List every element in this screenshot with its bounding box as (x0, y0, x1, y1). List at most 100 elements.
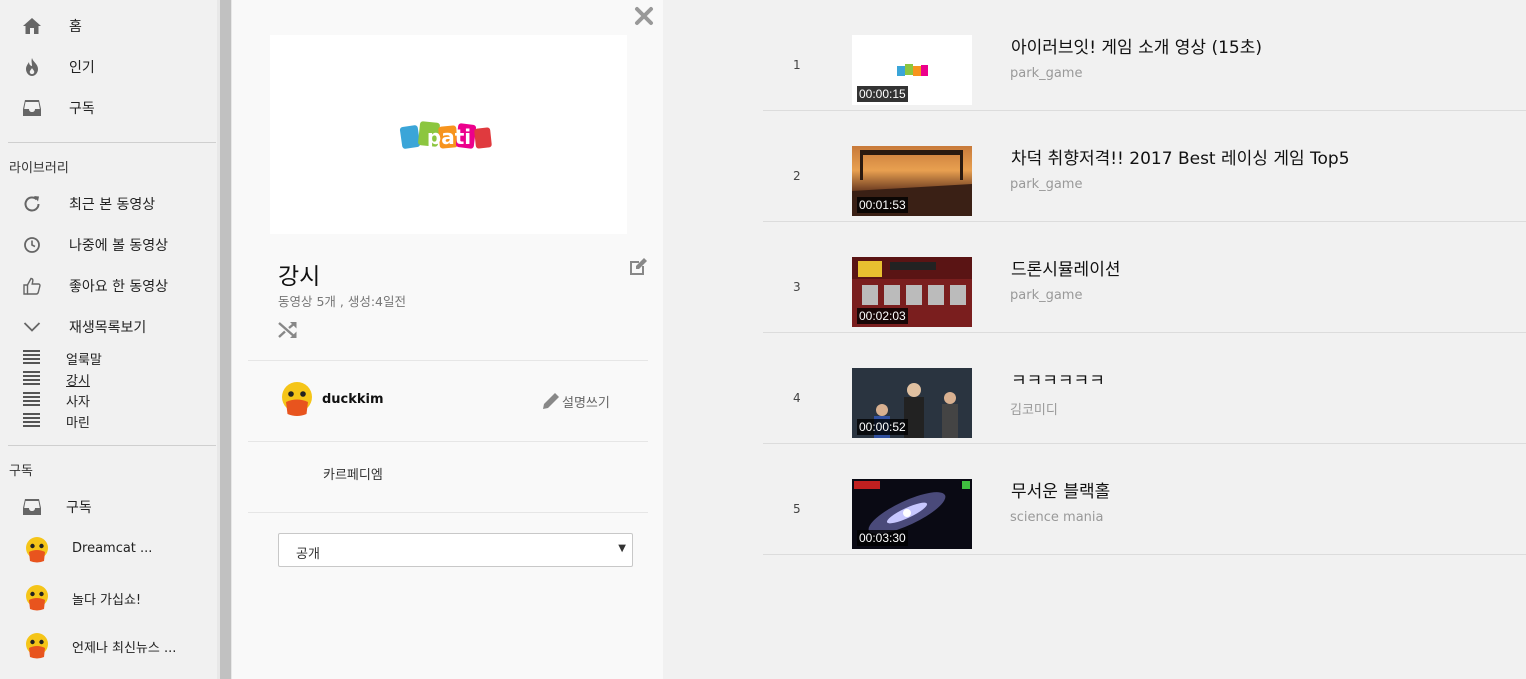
video-thumbnail[interactable]: 00:03:30 (852, 479, 972, 549)
inbox-icon (22, 497, 42, 517)
video-channel[interactable]: park_game (1010, 66, 1082, 81)
playlist-icon (23, 371, 40, 385)
privacy-select[interactable]: 공개 ▼ (278, 533, 633, 567)
video-index: 4 (793, 391, 801, 405)
sidebar-playlist-item[interactable]: 얼룩말 (0, 347, 217, 368)
video-index: 1 (793, 58, 801, 72)
video-duration: 00:01:53 (857, 197, 908, 213)
shuffle-icon[interactable] (277, 319, 299, 341)
flame-icon (22, 57, 42, 77)
sidebar-item-popular[interactable]: 인기 (0, 52, 217, 82)
sidebar-item-label: 홈 (69, 19, 82, 35)
video-title[interactable]: 아이러브잇! 게임 소개 영상 (15초) (1011, 33, 1262, 58)
sidebar-item-watch-later[interactable]: 나중에 볼 동영상 (0, 230, 217, 260)
video-row[interactable]: 5 00:03:30 무서운 블랙홀 science mania (763, 444, 1526, 555)
sidebar-subscription-item[interactable]: 놀다 가십쇼! (0, 578, 217, 618)
playlist-label: 강시 (66, 374, 90, 389)
sidebar-item-label: 재생목록보기 (69, 320, 147, 336)
video-row[interactable]: 2 00:01:53 차덕 취향저격!! 2017 Best 레이싱 게임 To… (763, 111, 1526, 222)
sidebar-scrollbar-thumb[interactable] (220, 0, 231, 679)
avatar (26, 633, 48, 659)
sidebar: 홈 인기 구독 라이브러리 최근 본 동영상 나중에 볼 동영상 좋아요 한 동… (0, 0, 217, 679)
sidebar-playlist-item[interactable]: 강시 (0, 368, 217, 389)
video-channel[interactable]: 김코미디 (1010, 399, 1058, 418)
avatar (26, 585, 48, 611)
sidebar-subscription-item[interactable]: 언제나 최신뉴스 ... (0, 626, 217, 666)
video-channel[interactable]: science mania (1010, 510, 1104, 525)
sidebar-item-label: 좋아요 한 동영상 (69, 279, 169, 295)
sidebar-item-label: 나중에 볼 동영상 (69, 238, 169, 254)
pati-logo: pati (399, 120, 492, 149)
video-thumbnail[interactable]: 00:01:53 (852, 146, 972, 216)
edit-icon[interactable] (627, 256, 649, 278)
video-channel[interactable]: park_game (1010, 177, 1082, 192)
sidebar-item-label: 인기 (69, 60, 95, 76)
chevron-down-icon (22, 317, 42, 337)
video-thumbnail[interactable]: 00:00:52 (852, 368, 972, 438)
divider (248, 512, 648, 513)
inbox-icon (22, 98, 42, 118)
section-label-library: 라이브러리 (9, 161, 69, 176)
privacy-value: 공개 (296, 547, 320, 562)
sidebar-item-label: 구독 (66, 500, 92, 516)
write-description-label: 설명쓰기 (562, 395, 610, 411)
sidebar-item-playlists-toggle[interactable]: 재생목록보기 (0, 312, 217, 342)
clock-icon (22, 235, 42, 255)
divider (248, 360, 648, 361)
video-channel[interactable]: park_game (1010, 288, 1082, 303)
playlist-label: 얼룩말 (66, 353, 102, 368)
sidebar-playlist-item[interactable]: 사자 (0, 389, 217, 410)
playlist-icon (23, 413, 40, 427)
owner-avatar[interactable] (279, 380, 315, 418)
video-duration: 00:00:52 (857, 419, 908, 435)
playlist-label: 마린 (66, 416, 90, 431)
playlist-cover: pati (270, 35, 627, 234)
sidebar-item-all-subscriptions[interactable]: 구독 (0, 492, 217, 522)
history-icon (22, 194, 42, 214)
video-index: 3 (793, 280, 801, 294)
divider (8, 445, 216, 446)
video-row[interactable]: 3 00:02:03 드론시뮬레이션 park_game (763, 222, 1526, 333)
subscription-label: Dreamcat ... (72, 541, 153, 556)
video-title[interactable]: 차덕 취향저격!! 2017 Best 레이싱 게임 Top5 (1011, 144, 1350, 169)
sidebar-item-liked[interactable]: 좋아요 한 동영상 (0, 271, 217, 301)
thumbs-up-icon (22, 276, 42, 296)
playlist-label: 사자 (66, 395, 90, 410)
video-title[interactable]: 드론시뮬레이션 (1011, 255, 1120, 280)
sidebar-playlist-item[interactable]: 마린 (0, 410, 217, 431)
playlist-title: 강시 (278, 264, 321, 290)
video-duration: 00:00:15 (857, 86, 908, 102)
video-row[interactable]: 1 00:00:15 아이러브잇! 게임 소개 영상 (15초) park_ga… (763, 0, 1526, 111)
playlist-icon (23, 392, 40, 406)
sidebar-item-home[interactable]: 홈 (0, 11, 217, 41)
home-icon (22, 16, 42, 36)
playlist-meta: 동영상 5개 , 생성:4일전 (278, 294, 407, 309)
sidebar-subscription-item[interactable]: Dreamcat ... (0, 530, 217, 570)
write-description-button[interactable]: 설명쓰기 (541, 391, 610, 411)
video-thumbnail[interactable]: 00:02:03 (852, 257, 972, 327)
sidebar-item-history[interactable]: 최근 본 동영상 (0, 189, 217, 219)
sidebar-item-label: 구독 (69, 101, 95, 117)
video-row[interactable]: 4 00:00:52 ㅋㅋㅋㅋㅋㅋ 김코미디 (763, 333, 1526, 444)
video-title[interactable]: 무서운 블랙홀 (1011, 477, 1110, 502)
playlist-panel: pati 강시 동영상 5개 , 생성:4일전 duckkim 설명쓰기 카르페… (232, 0, 663, 679)
sidebar-item-subscriptions[interactable]: 구독 (0, 93, 217, 123)
video-index: 5 (793, 502, 801, 516)
section-label-subscriptions: 구독 (9, 464, 33, 479)
playlist-description: 카르페디엠 (323, 468, 383, 483)
owner-name[interactable]: duckkim (322, 392, 384, 407)
subscription-label: 언제나 최신뉴스 ... (72, 641, 177, 656)
video-thumbnail[interactable]: 00:00:15 (852, 35, 972, 105)
dropdown-arrow-icon: ▼ (618, 543, 626, 554)
divider (8, 142, 216, 143)
divider (248, 441, 648, 442)
svg-text:pati: pati (426, 125, 470, 149)
close-icon[interactable] (633, 5, 655, 27)
playlist-icon (23, 350, 40, 364)
video-duration: 00:03:30 (857, 530, 908, 546)
video-duration: 00:02:03 (857, 308, 908, 324)
video-index: 2 (793, 169, 801, 183)
sidebar-item-label: 최근 본 동영상 (69, 197, 156, 213)
pencil-icon (543, 393, 559, 409)
video-title[interactable]: ㅋㅋㅋㅋㅋㅋ (1011, 366, 1105, 391)
